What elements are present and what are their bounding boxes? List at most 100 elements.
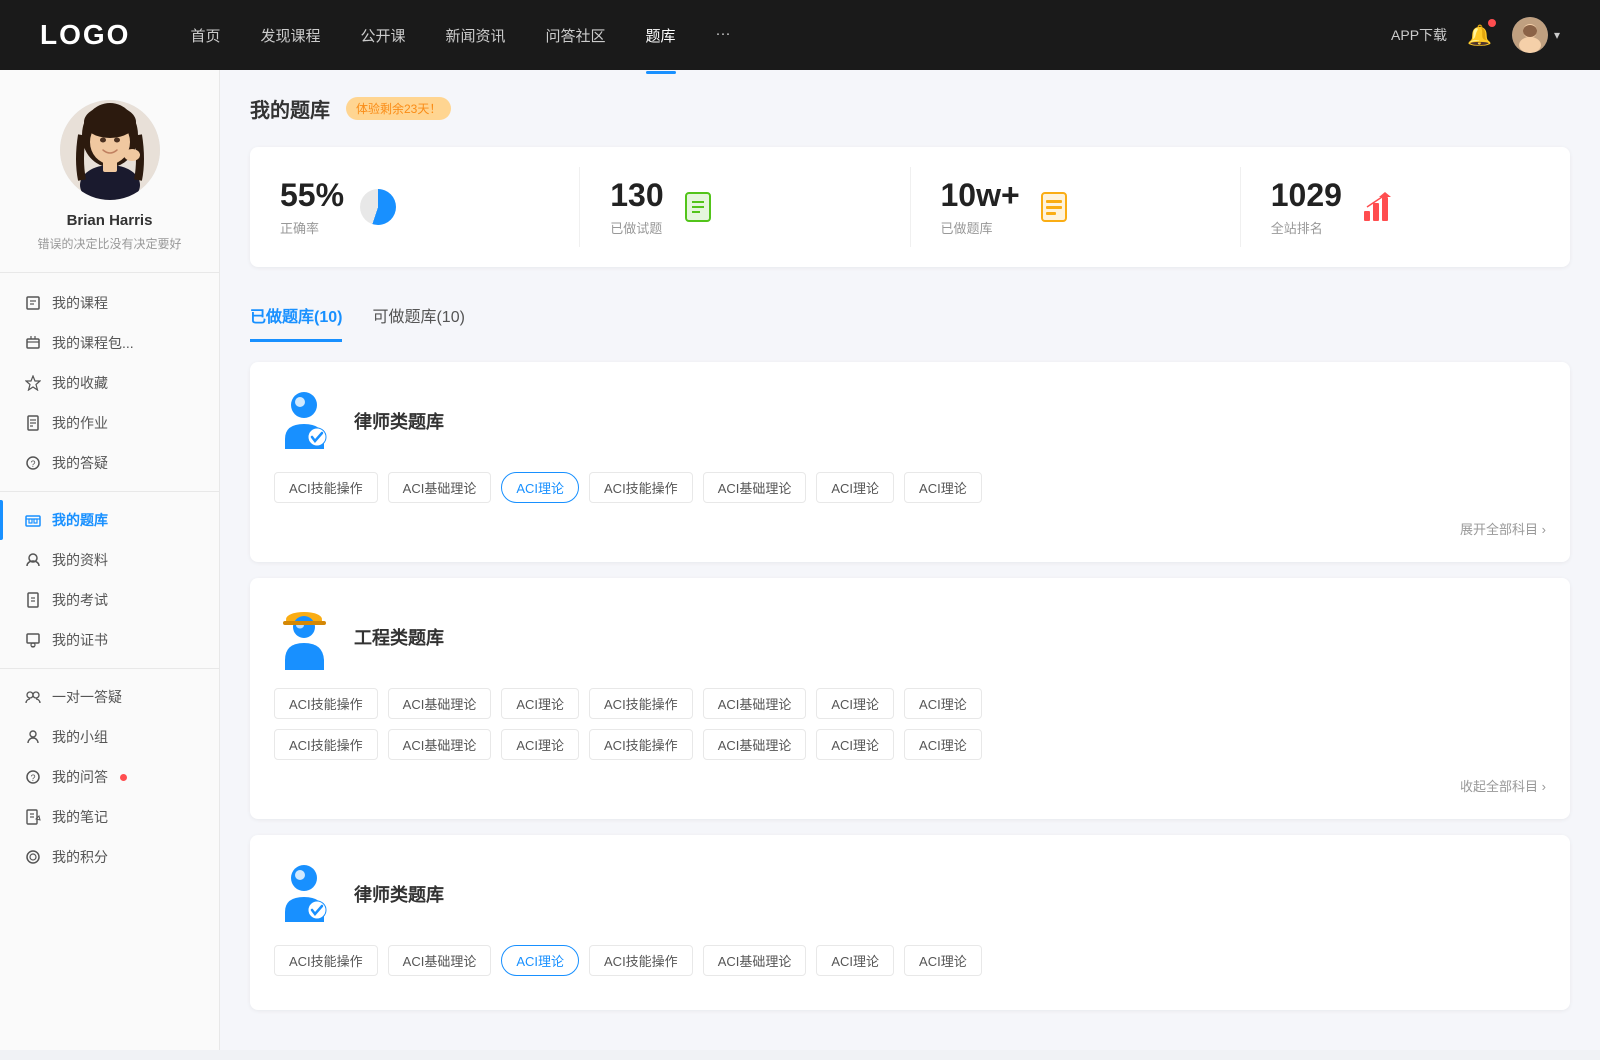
collapse-btn-engineer1[interactable]: 收起全部科目 › [274, 770, 1546, 795]
tag-eng1-r2-5[interactable]: ACI理论 [816, 729, 894, 760]
nav-discover[interactable]: 发现课程 [260, 21, 320, 50]
group-icon [24, 728, 42, 746]
points-icon [24, 848, 42, 866]
tag-eng1-r1-6[interactable]: ACI理论 [904, 688, 982, 719]
sidebar-label-package: 我的课程包... [52, 333, 134, 353]
nav-bank[interactable]: 题库 [646, 21, 676, 50]
stat-done-questions: 130 已做试题 [580, 167, 910, 247]
tag-lawyer2-1[interactable]: ACI基础理论 [388, 945, 492, 976]
app-download-btn[interactable]: APP下载 [1391, 25, 1447, 45]
sidebar-divider-1 [0, 491, 219, 492]
sidebar-item-question[interactable]: ? 我的问答 [0, 757, 219, 797]
tag-lawyer1-2[interactable]: ACI理论 [501, 472, 579, 503]
sidebar-item-cert[interactable]: 我的证书 [0, 620, 219, 660]
sidebar-label-bank: 我的题库 [52, 510, 108, 530]
tag-lawyer2-6[interactable]: ACI理论 [904, 945, 982, 976]
sidebar-label-one2one: 一对一答疑 [52, 687, 122, 707]
tag-eng1-r1-5[interactable]: ACI理论 [816, 688, 894, 719]
stat-accuracy-label: 正确率 [280, 218, 344, 237]
tag-lawyer2-3[interactable]: ACI技能操作 [589, 945, 693, 976]
tag-eng1-r1-2[interactable]: ACI理论 [501, 688, 579, 719]
sidebar-menu: 我的课程 我的课程包... 我的收藏 我的作业 [0, 283, 219, 877]
lawyer-svg-1 [277, 389, 332, 454]
qa-icon: ? [24, 454, 42, 472]
red-dot-badge [120, 774, 127, 781]
sidebar-item-points[interactable]: 我的积分 [0, 837, 219, 877]
tag-eng1-r2-4[interactable]: ACI基础理论 [703, 729, 807, 760]
category-card-lawyer1: 律师类题库 ACI技能操作 ACI基础理论 ACI理论 ACI技能操作 ACI基… [250, 362, 1570, 562]
note-icon [24, 808, 42, 826]
sidebar-label-group: 我的小组 [52, 727, 108, 747]
category-header-lawyer1: 律师类题库 [274, 386, 1546, 456]
user-avatar-wrapper[interactable]: ▾ [1512, 17, 1560, 53]
bell-icon[interactable]: 🔔 [1467, 25, 1492, 47]
sidebar-label-qa: 我的答疑 [52, 453, 108, 473]
stat-done-questions-value: 130 [610, 177, 663, 214]
stat-done-banks-value: 10w+ [941, 177, 1020, 214]
tag-eng1-r2-3[interactable]: ACI技能操作 [589, 729, 693, 760]
sidebar-item-note[interactable]: 我的笔记 [0, 797, 219, 837]
sidebar-label-exam: 我的考试 [52, 590, 108, 610]
tag-eng1-r2-0[interactable]: ACI技能操作 [274, 729, 378, 760]
cert-icon [24, 631, 42, 649]
package-icon [24, 334, 42, 352]
sidebar-label-data: 我的资料 [52, 550, 108, 570]
tag-lawyer2-2[interactable]: ACI理论 [501, 945, 579, 976]
tag-eng1-r2-6[interactable]: ACI理论 [904, 729, 982, 760]
stat-rank-content: 1029 全站排名 [1271, 177, 1342, 237]
expand-btn-lawyer1[interactable]: 展开全部科目 › [274, 513, 1546, 538]
stat-rank: 1029 全站排名 [1241, 167, 1570, 247]
logo: LOGO [40, 19, 130, 51]
sidebar-item-group[interactable]: 我的小组 [0, 717, 219, 757]
sidebar-item-bank[interactable]: 我的题库 [0, 500, 219, 540]
tag-lawyer1-1[interactable]: ACI基础理论 [388, 472, 492, 503]
nav-home[interactable]: 首页 [190, 21, 220, 50]
tag-eng1-r1-4[interactable]: ACI基础理论 [703, 688, 807, 719]
stats-row: 55% 正确率 130 已做试题 [250, 147, 1570, 267]
main-nav: 首页 发现课程 公开课 新闻资讯 问答社区 题库 ··· [190, 21, 1391, 50]
engineer-icon-1 [274, 602, 334, 672]
sidebar-item-exam[interactable]: 我的考试 [0, 580, 219, 620]
tag-eng1-r2-1[interactable]: ACI基础理论 [388, 729, 492, 760]
stat-done-banks-content: 10w+ 已做题库 [941, 177, 1020, 237]
tag-eng1-r1-1[interactable]: ACI基础理论 [388, 688, 492, 719]
nav-news[interactable]: 新闻资讯 [446, 21, 506, 50]
lawyer-svg-2 [277, 862, 332, 927]
list-icon [1036, 189, 1072, 225]
stat-rank-value: 1029 [1271, 177, 1342, 214]
sidebar-item-package[interactable]: 我的课程包... [0, 323, 219, 363]
tag-eng1-r2-2[interactable]: ACI理论 [501, 729, 579, 760]
data-icon [24, 551, 42, 569]
sidebar-item-one2one[interactable]: 一对一答疑 [0, 677, 219, 717]
stat-done-banks: 10w+ 已做题库 [911, 167, 1241, 247]
nav-open-course[interactable]: 公开课 [360, 21, 405, 50]
tag-lawyer1-6[interactable]: ACI理论 [904, 472, 982, 503]
svg-text:?: ? [30, 773, 35, 783]
sidebar-item-favorites[interactable]: 我的收藏 [0, 363, 219, 403]
chevron-down-icon: ▾ [1554, 28, 1560, 42]
sidebar-item-course[interactable]: 我的课程 [0, 283, 219, 323]
tag-lawyer2-0[interactable]: ACI技能操作 [274, 945, 378, 976]
stat-accuracy-content: 55% 正确率 [280, 177, 344, 237]
tag-lawyer1-5[interactable]: ACI理论 [816, 472, 894, 503]
sidebar-item-homework[interactable]: 我的作业 [0, 403, 219, 443]
tag-eng1-r1-0[interactable]: ACI技能操作 [274, 688, 378, 719]
nav-more[interactable]: ··· [716, 21, 731, 50]
page-title: 我的题库 [250, 94, 330, 123]
sidebar-item-questions[interactable]: ? 我的答疑 [0, 443, 219, 483]
sidebar-label-homework: 我的作业 [52, 413, 108, 433]
tag-lawyer2-4[interactable]: ACI基础理论 [703, 945, 807, 976]
tag-lawyer2-5[interactable]: ACI理论 [816, 945, 894, 976]
sidebar-item-data[interactable]: 我的资料 [0, 540, 219, 580]
tag-eng1-r1-3[interactable]: ACI技能操作 [589, 688, 693, 719]
tag-lawyer1-3[interactable]: ACI技能操作 [589, 472, 693, 503]
tag-lawyer1-0[interactable]: ACI技能操作 [274, 472, 378, 503]
category-title-lawyer1: 律师类题库 [354, 408, 444, 434]
tag-lawyer1-4[interactable]: ACI基础理论 [703, 472, 807, 503]
sidebar-label-favorites: 我的收藏 [52, 373, 108, 393]
nav-qa[interactable]: 问答社区 [546, 21, 606, 50]
main-layout: Brian Harris 错误的决定比没有决定要好 我的课程 我的课程包... [0, 70, 1600, 1050]
tab-available[interactable]: 可做题库(10) [372, 291, 464, 342]
category-header-engineer1: 工程类题库 [274, 602, 1546, 672]
tab-done[interactable]: 已做题库(10) [250, 291, 342, 342]
